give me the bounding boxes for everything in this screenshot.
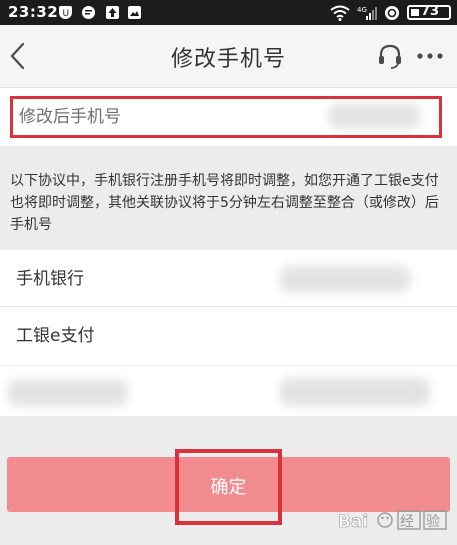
notice-section: 以下协议中，手机银行注册手机号将即时调整，如您开通了工银e支付也将即时调整，其他…	[0, 160, 457, 242]
highlight-frame	[10, 96, 442, 138]
agreement-item-e-pay: 工银e支付	[0, 307, 457, 365]
upload-icon	[106, 6, 119, 19]
app-header: 修改手机号	[0, 25, 457, 88]
headset-icon	[379, 44, 401, 69]
signal-icon: 4G	[357, 6, 377, 20]
sync-icon	[385, 5, 399, 20]
agreement-item-redacted	[0, 366, 457, 416]
notice-text: 以下协议中，手机银行注册手机号将即时调整，如您开通了工银e支付也将即时调整，其他…	[10, 173, 439, 233]
baidu-jingyan-watermark: Bai 经 验	[338, 510, 447, 532]
redacted-area	[280, 378, 430, 406]
battery-icon: 73	[407, 4, 451, 20]
svg-text:经: 经	[400, 514, 414, 530]
redacted-area	[280, 266, 410, 292]
svg-text:4G: 4G	[357, 6, 367, 14]
redacted-area	[8, 380, 128, 406]
status-time: 23:32	[8, 3, 59, 21]
agreement-label: 工银e支付	[16, 326, 95, 346]
more-button[interactable]	[414, 42, 446, 70]
photo-icon	[128, 6, 141, 19]
customer-service-button[interactable]	[376, 42, 404, 70]
phone-input-row	[0, 88, 457, 146]
status-bar: 23:32 U 4G 73	[0, 0, 457, 25]
agreement-item-mobile-banking: 手机银行	[0, 250, 457, 306]
more-dots-icon	[417, 53, 443, 59]
battery-percent: 73	[421, 4, 440, 19]
shield-icon: U	[59, 6, 72, 19]
svg-text:Bai: Bai	[338, 512, 368, 532]
chat-icon	[82, 6, 95, 19]
svg-text:验: 验	[426, 514, 440, 530]
agreement-label: 手机银行	[16, 269, 84, 289]
svg-text:U: U	[63, 9, 70, 19]
wifi-icon	[330, 5, 350, 21]
confirm-button-label: 确定	[210, 477, 247, 498]
